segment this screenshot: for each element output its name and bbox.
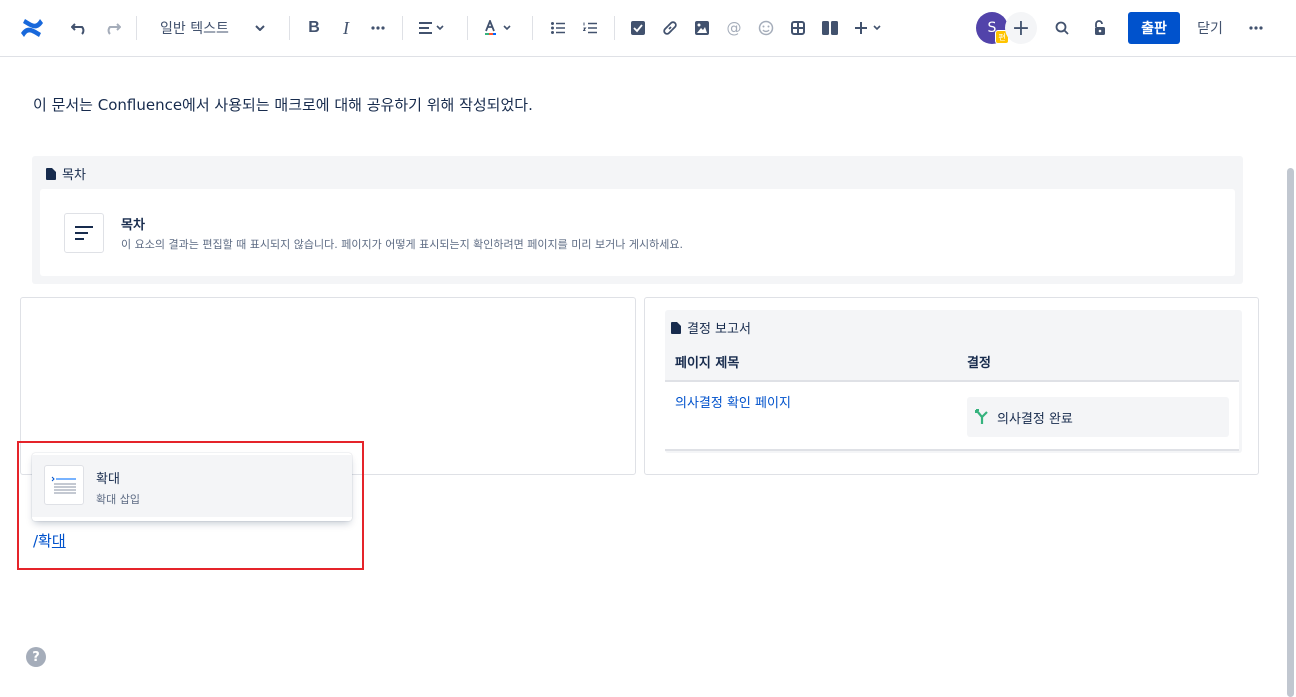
more-options-icon[interactable] bbox=[1244, 14, 1268, 42]
decision-report-header: 결정 보고서 bbox=[671, 318, 751, 337]
slash-menu-item-title: 확대 bbox=[96, 472, 120, 487]
decision-status-label: 의사결정 완료 bbox=[997, 411, 1073, 427]
toc-macro-header: 목차 bbox=[46, 164, 86, 183]
intro-paragraph[interactable]: 이 문서는 Confluence에서 사용되는 매크로에 대해 공유하기 위해 … bbox=[33, 94, 533, 115]
mention-icon[interactable]: @ bbox=[722, 14, 746, 42]
scrollbar[interactable] bbox=[1287, 168, 1294, 697]
slash-menu-item-subtitle: 확대 삽입 bbox=[96, 493, 140, 506]
action-item-icon[interactable] bbox=[626, 14, 650, 42]
toolbar-divider bbox=[532, 16, 533, 40]
toolbar-divider bbox=[467, 16, 468, 40]
more-formatting-icon[interactable] bbox=[366, 14, 390, 42]
slash-command-composing-text: 대 bbox=[51, 532, 66, 550]
document-icon bbox=[671, 321, 681, 334]
document-icon bbox=[46, 167, 56, 180]
slash-command-input[interactable]: /확대 bbox=[33, 530, 66, 551]
column-header-decision: 결정 bbox=[967, 356, 991, 371]
layout-icon[interactable] bbox=[818, 14, 842, 42]
insert-more-icon[interactable] bbox=[852, 14, 886, 42]
decision-status: 의사결정 완료 bbox=[967, 397, 1229, 437]
toc-placeholder: 목차 이 요소의 결과는 편집할 때 표시되지 않습니다. 페이지가 어떻게 표… bbox=[40, 189, 1235, 276]
unlock-icon[interactable] bbox=[1088, 14, 1112, 42]
alignment-icon[interactable] bbox=[416, 14, 450, 42]
text-style-dropdown[interactable]: 일반 텍스트 bbox=[160, 14, 265, 42]
toolbar-divider bbox=[402, 16, 403, 40]
text-color-icon[interactable] bbox=[482, 14, 516, 42]
slash-menu-item-expand[interactable]: 확대 확대 삽입 bbox=[32, 455, 352, 517]
toc-icon bbox=[64, 213, 104, 253]
table-bottom-border bbox=[665, 449, 1239, 451]
text-style-label: 일반 텍스트 bbox=[160, 21, 229, 37]
table-icon[interactable] bbox=[786, 14, 810, 42]
redo-icon[interactable] bbox=[98, 14, 126, 42]
decision-table: 페이지 제목 결정 의사결정 확인 페이지 의사결정 완료 bbox=[665, 340, 1239, 451]
column-header-page-title: 페이지 제목 bbox=[675, 356, 740, 371]
expand-macro-thumbnail-icon bbox=[44, 465, 84, 505]
toc-title: 목차 bbox=[121, 218, 145, 233]
emoji-icon[interactable] bbox=[754, 14, 778, 42]
image-icon[interactable] bbox=[690, 14, 714, 42]
toc-macro-label: 목차 bbox=[62, 168, 86, 183]
slash-command-popup: 확대 확대 삽입 bbox=[32, 453, 352, 521]
toolbar-divider bbox=[614, 16, 615, 40]
decision-branch-icon bbox=[975, 409, 988, 424]
undo-icon[interactable] bbox=[66, 14, 94, 42]
confluence-logo-icon[interactable] bbox=[16, 14, 48, 42]
toc-macro[interactable]: 목차 목차 이 요소의 결과는 편집할 때 표시되지 않습니다. 페이지가 어떻… bbox=[32, 156, 1243, 284]
link-icon[interactable] bbox=[658, 14, 682, 42]
decision-report-macro[interactable]: 결정 보고서 페이지 제목 결정 의사결정 확인 페이지 의사결정 완료 bbox=[665, 310, 1242, 453]
publish-button[interactable]: 출판 bbox=[1128, 12, 1180, 44]
toolbar-divider bbox=[289, 16, 290, 40]
decision-page-link[interactable]: 의사결정 확인 페이지 bbox=[675, 392, 791, 411]
close-button[interactable]: 닫기 bbox=[1190, 12, 1230, 44]
layout-column-right[interactable]: 결정 보고서 페이지 제목 결정 의사결정 확인 페이지 의사결정 완료 bbox=[644, 297, 1259, 475]
italic-icon[interactable]: I bbox=[334, 14, 358, 42]
chevron-down-icon bbox=[255, 25, 265, 31]
numbered-list-icon[interactable] bbox=[578, 14, 602, 42]
search-icon[interactable] bbox=[1050, 14, 1074, 42]
slash-command-typed-text: /확 bbox=[33, 532, 52, 550]
toc-description: 이 요소의 결과는 편집할 때 표시되지 않습니다. 페이지가 어떻게 표시되는… bbox=[121, 238, 683, 251]
toolbar-divider bbox=[136, 16, 137, 40]
help-icon[interactable]: ? bbox=[26, 647, 46, 667]
table-header: 페이지 제목 결정 bbox=[665, 340, 1239, 382]
editor-toolbar: 일반 텍스트 B I @ S 편 + 출판 닫기 bbox=[0, 0, 1296, 57]
bold-icon[interactable]: B bbox=[302, 14, 326, 42]
invite-plus-icon[interactable]: + bbox=[1005, 12, 1037, 44]
decision-report-label: 결정 보고서 bbox=[687, 322, 751, 337]
bullet-list-icon[interactable] bbox=[546, 14, 570, 42]
